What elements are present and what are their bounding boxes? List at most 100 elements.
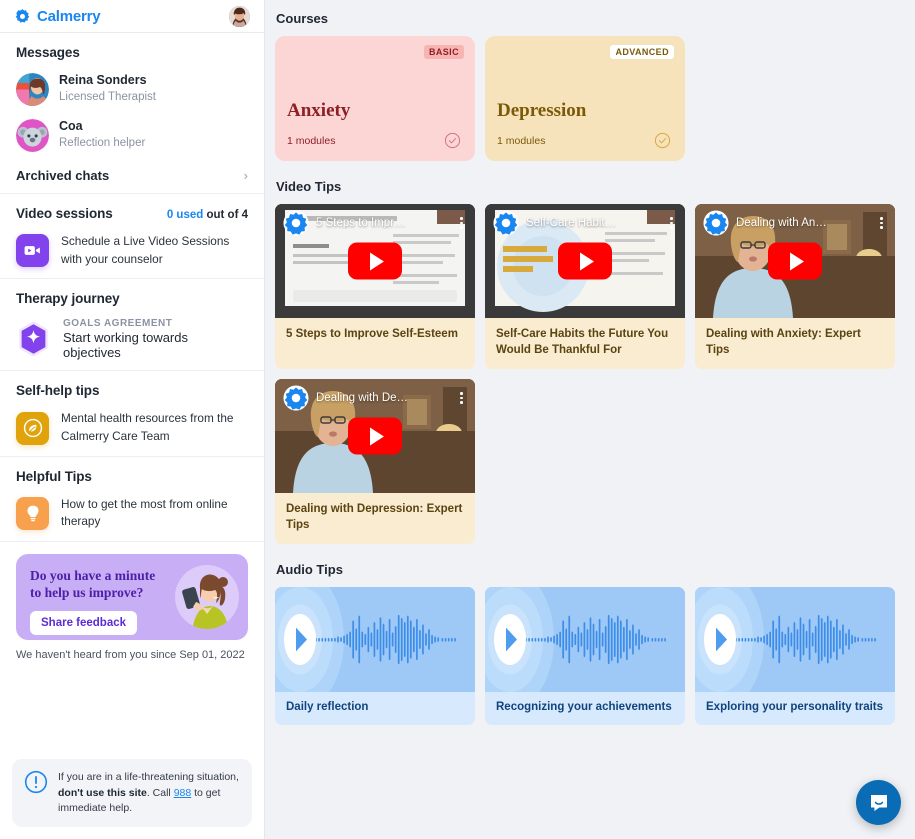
audio-tip-caption: Exploring your personality traits: [706, 701, 884, 714]
video-tip-caption: Dealing with Anxiety: Expert Tips: [706, 328, 861, 356]
course-modules: 1 modules: [497, 134, 546, 147]
video-thumbnail[interactable]: Dealing with An…: [695, 204, 895, 318]
video-thumbnail[interactable]: Dealing with De…: [275, 379, 475, 494]
helpful-tips-description: How to get the most from online therapy: [61, 496, 228, 529]
video-tip-card[interactable]: Dealing with An… Dealing with Anxiety: E…: [695, 204, 895, 370]
feedback-banner: Do you have a minute to help us improve?…: [16, 554, 248, 641]
youtube-play-icon[interactable]: [348, 242, 402, 280]
lightbulb-icon: [16, 496, 49, 530]
video-overlay-title: Self-Care Habit…: [526, 217, 617, 229]
main-content: Courses BASIC Anxiety 1 modules ADVANCED: [265, 0, 915, 839]
list-item[interactable]: Reina Sonders Licensed Therapist: [16, 73, 248, 106]
youtube-play-icon[interactable]: [558, 242, 612, 280]
kebab-menu-icon[interactable]: [456, 392, 467, 404]
crisis-text-mid: . Call: [146, 786, 174, 799]
kebab-menu-icon[interactable]: [456, 217, 467, 229]
calmerry-channel-icon: [283, 210, 309, 236]
illustration-glyph: [175, 565, 239, 630]
chat-bubble-icon: [870, 794, 887, 811]
archived-chats-row[interactable]: Archived chats ›: [16, 168, 248, 183]
koala-avatar: [16, 119, 49, 152]
sidebar: Calmerry Messages Reina Sonders Licensed…: [0, 0, 265, 839]
courses-title: Courses: [276, 11, 329, 26]
goals-description: Start working towards objectives: [63, 330, 188, 361]
crisis-notice: If you are in a life-threatening situati…: [12, 759, 252, 827]
sessions-total: out of 4: [203, 209, 248, 221]
video-tips-section: Video Tips 5 Steps to Impr… 5 Steps to I…: [275, 179, 905, 545]
feedback-note: We haven't heard from you since Sep 01, …: [16, 649, 245, 662]
exclamation-circle-glyph: [24, 771, 48, 794]
video-overlay-bar: Dealing with De…: [283, 385, 467, 411]
calmerry-channel-icon: [703, 210, 729, 236]
course-name: Depression: [497, 100, 587, 121]
video-sessions-section: Video sessions 0 used out of 4 Schedule …: [0, 194, 264, 280]
list-item[interactable]: Coa Reflection helper: [16, 119, 248, 152]
exclamation-circle-icon: [24, 770, 48, 797]
audio-tip-card[interactable]: Recognizing your achievements: [485, 587, 685, 726]
courses-section: Courses BASIC Anxiety 1 modules ADVANCED: [275, 11, 905, 161]
course-badge: ADVANCED: [610, 45, 674, 59]
video-tip-card[interactable]: 5 Steps to Impr… 5 Steps to Improve Self…: [275, 204, 475, 370]
schedule-video-session-row[interactable]: Schedule a Live Video Sessions with your…: [16, 233, 248, 268]
audio-tip-card[interactable]: Exploring your personality traits: [695, 587, 895, 726]
leaf-badge-icon: [16, 411, 49, 445]
youtube-play-icon[interactable]: [348, 417, 402, 455]
therapy-journey-title: Therapy journey: [16, 291, 120, 307]
contact-name: Coa: [59, 119, 83, 134]
video-overlay-bar: 5 Steps to Impr…: [283, 210, 467, 236]
kebab-menu-icon[interactable]: [876, 217, 887, 229]
star-hexagon-icon: [16, 320, 51, 358]
audio-tip-card[interactable]: Daily reflection: [275, 587, 475, 726]
kebab-menu-icon[interactable]: [666, 217, 677, 229]
sidebar-header: Calmerry: [0, 0, 264, 33]
waveform-icon: [485, 587, 666, 693]
video-tip-card[interactable]: Self-Care Habit… Self-Care Habits the Fu…: [485, 204, 685, 370]
self-help-section: Self-help tips Mental health resources f…: [0, 371, 264, 457]
crisis-text-bold: don't use this site: [58, 786, 147, 799]
woman-with-phone-illustration: [172, 562, 242, 632]
video-overlay-title: 5 Steps to Impr…: [316, 217, 406, 229]
avatar-image: [16, 119, 49, 152]
chat-widget-button[interactable]: [856, 780, 901, 825]
video-tip-card[interactable]: Dealing with De… Dealing with Depression…: [275, 379, 475, 545]
brand-logo[interactable]: Calmerry: [14, 8, 101, 25]
share-feedback-button[interactable]: Share feedback: [30, 610, 138, 635]
messages-section: Messages Reina Sonders Licensed Therapis…: [0, 33, 264, 194]
video-tips-title: Video Tips: [276, 179, 342, 194]
course-card-depression[interactable]: ADVANCED Depression 1 modules: [485, 36, 685, 161]
video-sessions-description: Schedule a Live Video Sessions with your…: [61, 234, 230, 266]
calmerry-channel-icon: [703, 210, 729, 236]
video-thumbnail[interactable]: Self-Care Habit…: [485, 204, 685, 318]
youtube-play-icon[interactable]: [768, 242, 822, 280]
course-card-anxiety[interactable]: BASIC Anxiety 1 modules: [275, 36, 475, 161]
helpful-tips-title: Helpful Tips: [16, 468, 92, 484]
chevron-right-icon: ›: [243, 168, 248, 183]
video-overlay-bar: Self-Care Habit…: [493, 210, 677, 236]
calmerry-channel-icon: [283, 385, 309, 411]
archived-chats-label: Archived chats: [16, 168, 110, 183]
video-camera-glyph: [24, 246, 40, 256]
leaf-badge-glyph: [23, 418, 42, 438]
crisis-hotline-link[interactable]: 988: [174, 787, 192, 799]
goals-agreement-row[interactable]: GOALS AGREEMENT Start working towards ob…: [16, 318, 248, 360]
flower-gear-icon: [15, 8, 30, 23]
audio-tip-caption: Recognizing your achievements: [496, 701, 672, 714]
self-help-row[interactable]: Mental health resources from the Calmerr…: [16, 410, 248, 445]
calmerry-channel-icon: [283, 385, 309, 411]
crisis-text: If you are in a life-threatening situati…: [58, 770, 240, 816]
course-badge: BASIC: [423, 45, 464, 59]
courses-grid: BASIC Anxiety 1 modules ADVANCED Depress…: [275, 36, 905, 161]
helpful-tips-row[interactable]: How to get the most from online therapy: [16, 496, 248, 531]
audio-waveform-thumbnail[interactable]: [275, 587, 475, 693]
avatar[interactable]: [229, 5, 250, 27]
audio-tip-caption: Daily reflection: [286, 701, 369, 714]
audio-waveform-thumbnail[interactable]: [485, 587, 685, 693]
video-thumbnail[interactable]: 5 Steps to Impr…: [275, 204, 475, 318]
course-modules: 1 modules: [287, 134, 336, 147]
contact-role: Reflection helper: [59, 137, 146, 150]
feedback-title: Do you have a minute to help us improve?: [30, 568, 156, 600]
sessions-used: 0 used: [166, 209, 204, 221]
avatar-image: [16, 73, 49, 106]
contact-role: Licensed Therapist: [59, 91, 156, 104]
audio-waveform-thumbnail[interactable]: [695, 587, 895, 693]
